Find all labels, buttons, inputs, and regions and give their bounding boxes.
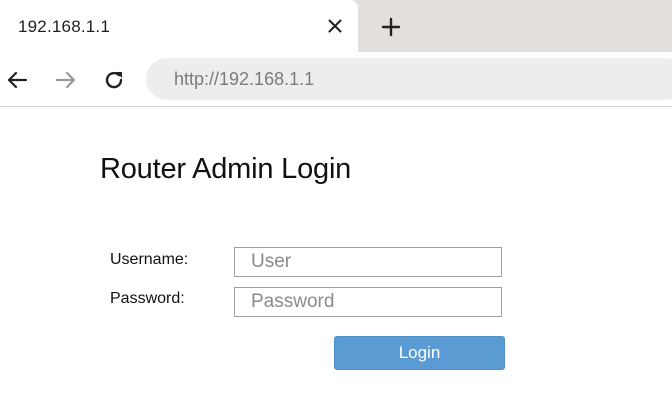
plus-icon[interactable] <box>377 13 405 41</box>
login-button[interactable]: Login <box>334 336 505 370</box>
username-label: Username: <box>110 251 189 268</box>
reload-icon[interactable] <box>99 65 129 95</box>
page-content: Router Admin Login Username: Password: L… <box>0 107 672 417</box>
arrow-right-icon[interactable] <box>51 65 81 95</box>
browser-toolbar <box>0 52 672 107</box>
tab-title: 192.168.1.1 <box>18 17 111 36</box>
tab-strip: 192.168.1.1 <box>0 0 672 52</box>
tab-router-admin[interactable]: 192.168.1.1 <box>0 0 358 52</box>
url-input[interactable] <box>174 58 654 100</box>
page-title: Router Admin Login <box>100 153 352 185</box>
password-label: Password: <box>110 290 185 307</box>
address-bar[interactable] <box>146 58 672 100</box>
username-input[interactable] <box>234 247 502 277</box>
close-icon[interactable] <box>323 14 347 38</box>
password-input[interactable] <box>234 287 502 317</box>
arrow-left-icon[interactable] <box>2 65 32 95</box>
browser-window: 192.168.1.1 http://192.168.1.1 Router Ad… <box>0 0 672 417</box>
